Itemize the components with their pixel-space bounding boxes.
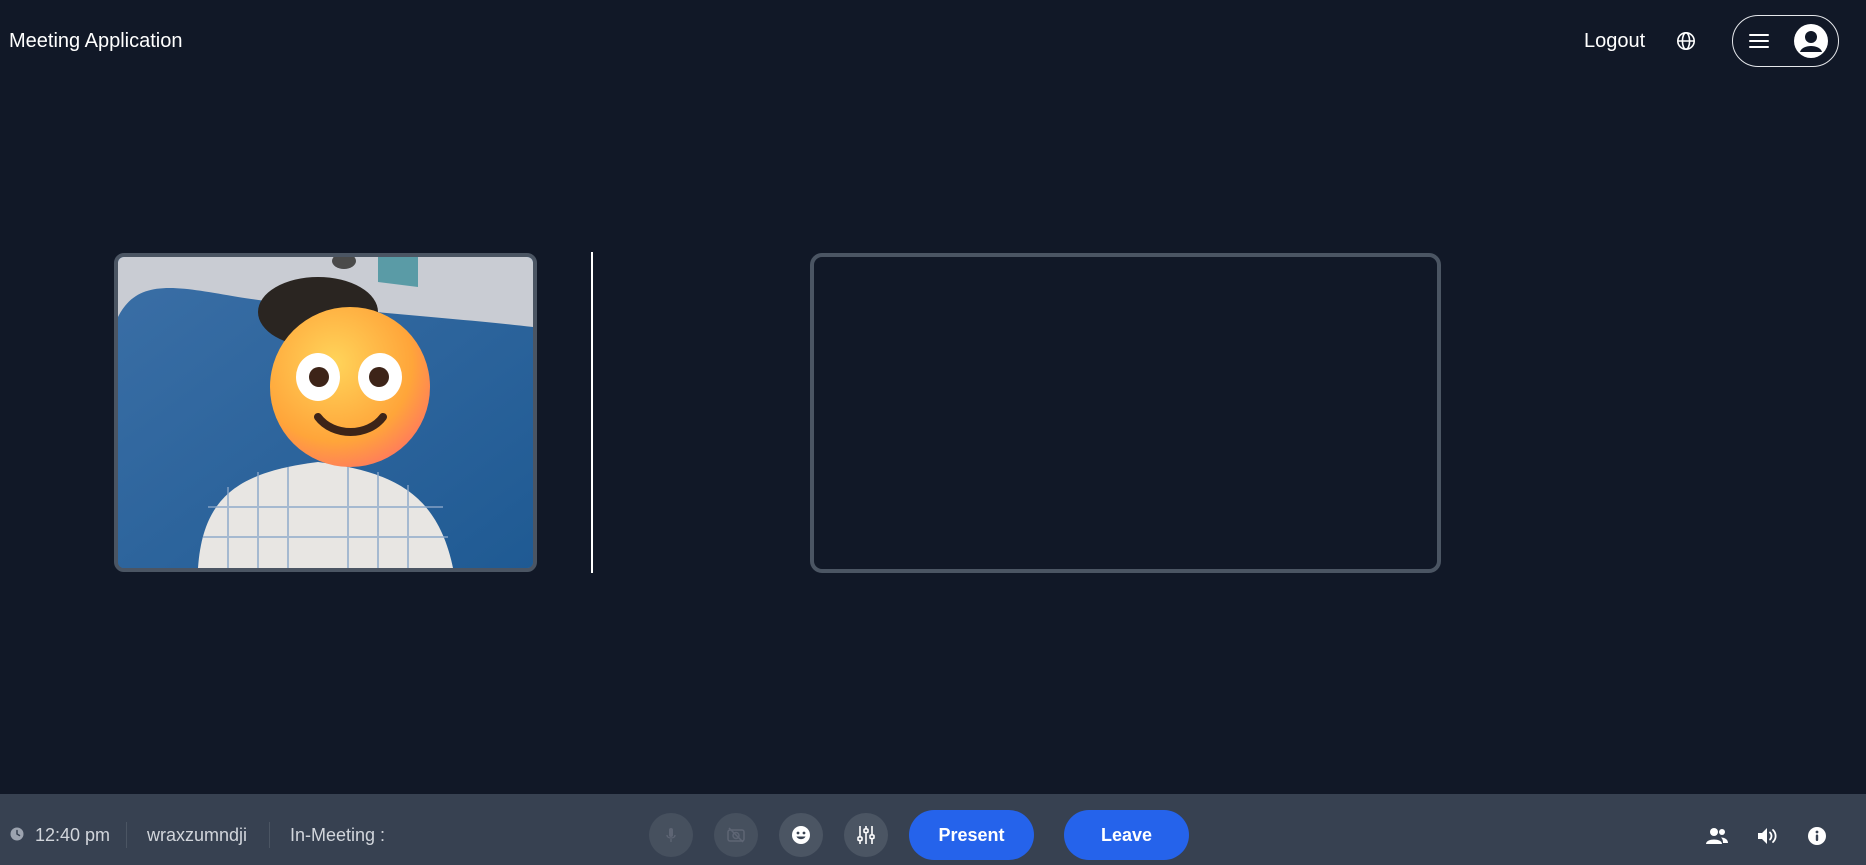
meeting-time: 12:40 pm (35, 825, 111, 845)
clock-icon (10, 827, 24, 841)
user-menu-button[interactable] (1732, 15, 1839, 67)
separator (126, 822, 127, 848)
reaction-button[interactable] (779, 813, 823, 857)
stage-divider (591, 252, 593, 573)
in-meeting-label: In-Meeting : (290, 825, 386, 845)
globe-icon[interactable] (1674, 29, 1698, 53)
leave-button[interactable]: Leave (1064, 810, 1189, 860)
microphone-icon (666, 828, 676, 842)
hamburger-icon (1749, 30, 1771, 52)
present-button[interactable]: Present (909, 810, 1034, 860)
speaker-icon[interactable] (1754, 823, 1780, 849)
camera-off-icon (727, 827, 745, 843)
camera-feed-image (118, 257, 533, 568)
sliders-icon (857, 826, 875, 844)
user-avatar-icon (1793, 23, 1829, 59)
settings-button[interactable] (844, 813, 888, 857)
info-icon[interactable] (1804, 823, 1830, 849)
meeting-code: wraxzumndji (147, 825, 248, 845)
emoji-icon (792, 826, 810, 844)
app-title: Meeting Application (9, 30, 183, 52)
meeting-app: Meeting Application Logout 12:40 pm wrax… (0, 0, 1866, 865)
camera-toggle-button[interactable] (714, 813, 758, 857)
participant-tile-empty (810, 253, 1441, 573)
logout-link[interactable]: Logout (1584, 30, 1645, 53)
separator (269, 822, 270, 848)
mic-toggle-button[interactable] (649, 813, 693, 857)
self-video-tile (114, 253, 537, 572)
participants-icon[interactable] (1704, 823, 1730, 849)
smiling-face-emoji-icon (270, 307, 430, 467)
top-header: Meeting Application Logout (0, 0, 1866, 84)
